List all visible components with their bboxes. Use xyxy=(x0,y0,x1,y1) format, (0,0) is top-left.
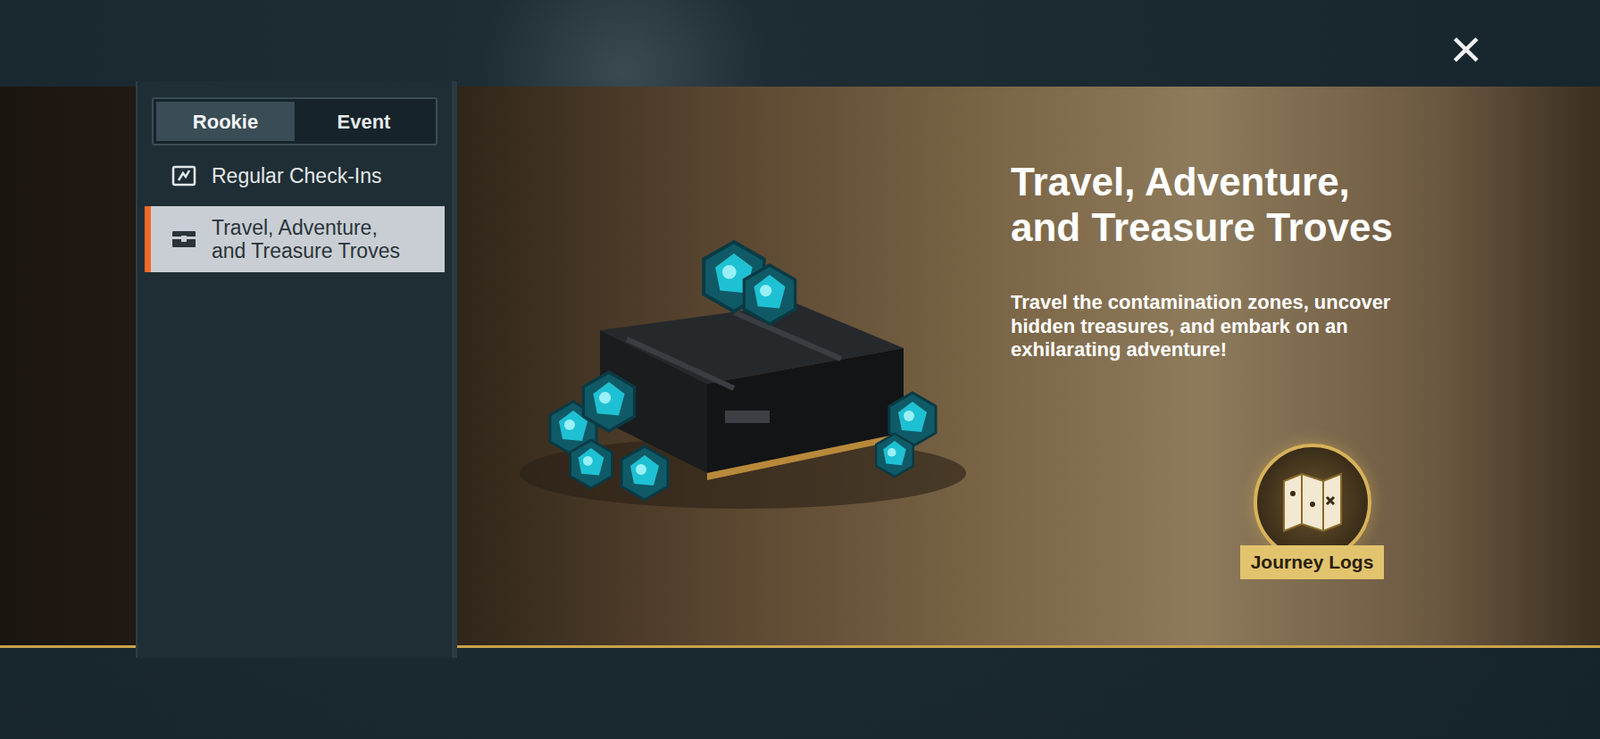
map-icon-svg xyxy=(1276,466,1349,539)
treasure-chest-icon xyxy=(170,225,198,253)
tab-group: RookieEvent xyxy=(151,97,438,146)
tab[interactable]: Event xyxy=(294,101,434,142)
chest-image-svg xyxy=(501,205,967,527)
treasure-chest-art xyxy=(457,86,1011,646)
close-button[interactable]: × xyxy=(1444,21,1488,77)
treasure-chest-icon-svg xyxy=(170,225,198,253)
banner-text: Travel, Adventure, and Treasure Troves Tr… xyxy=(1010,86,1475,646)
sidebar-item-label: Regular Check-Ins xyxy=(211,164,382,188)
check-in-icon xyxy=(170,162,198,190)
banner-description: Travel the contamination zones, uncover … xyxy=(1010,291,1431,362)
sidebar: RookieEvent Regular Check-Ins Travel, Adve… xyxy=(135,81,458,659)
tab[interactable]: Rookie xyxy=(156,101,295,142)
sidebar-item[interactable]: Travel, Adventure, and Treasure Troves xyxy=(144,206,445,273)
sidebar-item-label: Travel, Adventure, and Treasure Troves xyxy=(211,216,413,264)
banner-title: Travel, Adventure, and Treasure Troves xyxy=(1010,159,1431,250)
check-in-icon-svg xyxy=(170,162,198,190)
chest-image xyxy=(501,205,967,527)
journey-logs-badge[interactable]: Journey Logs xyxy=(1233,443,1391,580)
journey-logs-ring xyxy=(1253,443,1372,562)
map-icon xyxy=(1276,466,1349,539)
journey-logs-label: Journey Logs xyxy=(1240,545,1385,580)
event-window: Travel, Adventure, and Treasure Troves Tr… xyxy=(0,0,1600,739)
sidebar-item[interactable]: Regular Check-Ins xyxy=(144,149,445,203)
